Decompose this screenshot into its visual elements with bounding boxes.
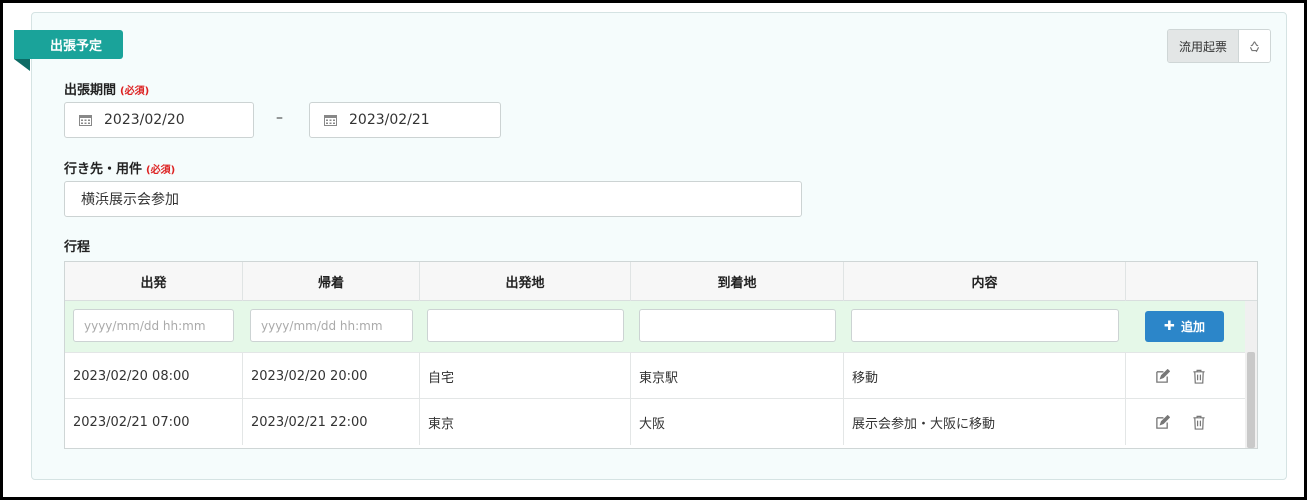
date-separator: – (276, 110, 283, 126)
period-label-text: 出張期間 (64, 83, 117, 98)
required-badge: (必須) (120, 86, 150, 97)
depart-datetime-input[interactable]: yyyy/mm/dd hh:mm (73, 309, 234, 342)
end-date-input[interactable]: 2023/02/21 (309, 102, 501, 138)
return-datetime-input[interactable]: yyyy/mm/dd hh:mm (250, 309, 413, 342)
column-header-to: 到着地 (631, 262, 844, 301)
column-header-actions (1126, 262, 1257, 301)
cell-to: 東京駅 (631, 353, 844, 399)
edit-icon[interactable] (1155, 368, 1170, 384)
copy-ticket-button[interactable]: 流用起票 (1168, 30, 1239, 62)
destination-input[interactable]: 横浜展示会参加 (64, 181, 802, 217)
new-row-inputs: yyyy/mm/dd hh:mm yyyy/mm/dd hh:mm ✚ 追加 (65, 301, 1245, 352)
destination-label: 行き先・用件 (必須) (64, 158, 175, 177)
from-input[interactable] (427, 309, 624, 342)
cell-depart: 2023/02/21 07:00 (65, 399, 243, 445)
calendar-icon (79, 114, 92, 126)
add-button-label: 追加 (1180, 320, 1205, 334)
column-header-from: 出発地 (420, 262, 631, 301)
column-header-return: 帰着 (243, 262, 420, 301)
to-input[interactable] (639, 309, 836, 342)
column-header-depart: 出発 (65, 262, 243, 301)
cell-depart: 2023/02/20 08:00 (65, 353, 243, 399)
ribbon-fold (14, 59, 30, 71)
itinerary-table: 出発 帰着 出発地 到着地 内容 yyyy/mm/dd hh:mm yyyy/m… (64, 261, 1258, 449)
cell-to: 大阪 (631, 399, 844, 445)
row-actions (1155, 399, 1206, 445)
calendar-icon (324, 114, 337, 126)
end-date-value: 2023/02/21 (349, 112, 430, 128)
cell-return: 2023/02/20 20:00 (243, 353, 420, 399)
recycle-icon[interactable] (1239, 30, 1270, 62)
required-badge: (必須) (146, 165, 176, 176)
destination-label-text: 行き先・用件 (64, 162, 143, 177)
row-actions (1155, 353, 1206, 399)
table-scrollbar-thumb[interactable] (1247, 352, 1255, 448)
add-button[interactable]: ✚ 追加 (1145, 311, 1224, 342)
column-header-content: 内容 (844, 262, 1126, 301)
start-date-input[interactable]: 2023/02/20 (64, 102, 254, 138)
cell-content: 展示会参加・大阪に移動 (844, 399, 1126, 445)
edit-icon[interactable] (1155, 414, 1170, 430)
period-label: 出張期間 (必須) (64, 79, 149, 98)
table-row: 2023/02/21 07:00 2023/02/21 22:00 東京 大阪 … (65, 398, 1245, 445)
content-input[interactable] (851, 309, 1119, 342)
cell-content: 移動 (844, 353, 1126, 399)
table-row: 2023/02/20 08:00 2023/02/20 20:00 自宅 東京駅… (65, 352, 1245, 399)
itinerary-label: 行程 (64, 240, 91, 255)
trash-icon[interactable] (1192, 415, 1206, 430)
section-title: 出張予定 (14, 30, 123, 59)
trash-icon[interactable] (1192, 369, 1206, 384)
start-date-value: 2023/02/20 (104, 112, 185, 128)
cell-return: 2023/02/21 22:00 (243, 399, 420, 445)
cell-from: 自宅 (420, 353, 631, 399)
plus-icon: ✚ (1164, 319, 1175, 334)
table-header: 出発 帰着 出発地 到着地 内容 (65, 262, 1257, 301)
cell-from: 東京 (420, 399, 631, 445)
copy-button-group: 流用起票 (1167, 29, 1271, 63)
